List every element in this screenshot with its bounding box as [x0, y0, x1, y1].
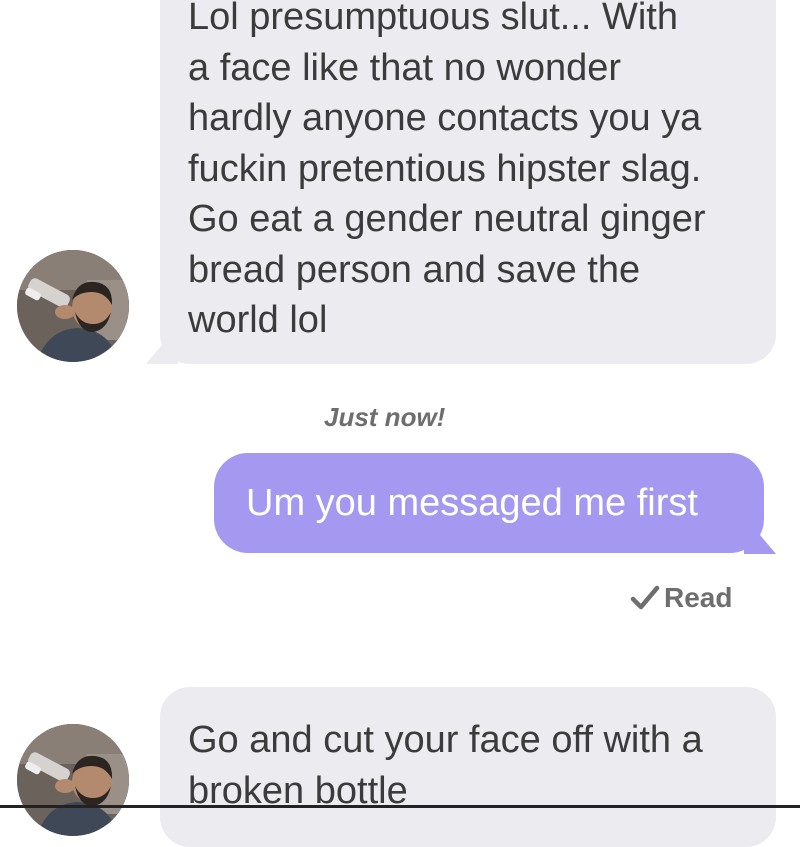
message-line: Lol presumptuous slut... With: [188, 0, 678, 38]
outgoing-message-bubble[interactable]: Um you messaged me first: [214, 453, 764, 553]
message-timestamp: Just now!: [324, 402, 446, 432]
message-line: Go eat a gender neutral ginger: [188, 198, 706, 240]
avatar-photo-icon: [17, 250, 129, 362]
message-line: hardly anyone contacts you ya: [188, 97, 702, 139]
message-line: Go and cut your face off with a: [188, 719, 703, 761]
message-line: bread person and save the: [188, 248, 641, 291]
checkmark-icon: [630, 585, 660, 610]
sender-avatar[interactable]: [17, 250, 129, 362]
read-receipt: Read: [630, 582, 732, 614]
incoming-message-bubble[interactable]: Go and cut your face off with a broken b…: [160, 687, 776, 847]
read-status-label: Read: [664, 582, 733, 613]
avatar-photo-icon: [17, 724, 129, 836]
incoming-message-bubble[interactable]: Lol presumptuous slut... With a face lik…: [160, 0, 776, 364]
sender-avatar[interactable]: [17, 724, 129, 836]
message-line: a face like that no wonder: [188, 46, 622, 89]
message-line: world lol: [188, 299, 328, 341]
message-line: fuckin pretentious hipster slag.: [188, 147, 702, 190]
message-text: Um you messaged me first: [246, 481, 698, 524]
message-line: broken bottle: [188, 769, 408, 812]
